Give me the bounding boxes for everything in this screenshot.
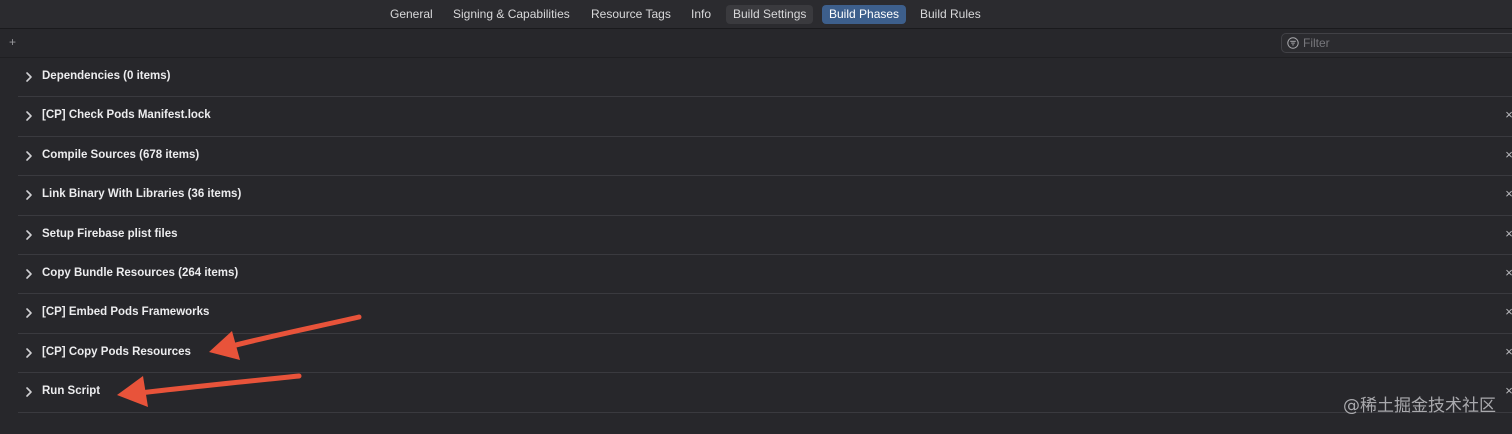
filter-input[interactable]	[1303, 35, 1503, 51]
delete-phase-button[interactable]: ×	[1502, 108, 1512, 122]
add-build-phase-button[interactable]: +	[9, 35, 16, 49]
phase-title: Run Script	[42, 385, 101, 398]
phase-title: Compile Sources (678 items)	[42, 148, 200, 161]
chevron-right-icon[interactable]	[24, 110, 34, 122]
delete-phase-button[interactable]: ×	[1502, 265, 1512, 280]
phase-title: Copy Bundle Resources (264 items)	[42, 266, 239, 279]
tab-build-settings[interactable]: Build Settings	[726, 5, 814, 24]
phase-title: Dependencies (0 items)	[42, 70, 171, 82]
tab-signing-capabilities[interactable]: Signing & Capabilities	[446, 5, 577, 24]
phase-title: Setup Firebase plist files	[42, 227, 178, 240]
delete-phase-button[interactable]: ×	[1502, 226, 1512, 241]
delete-phase-button[interactable]: ×	[1502, 305, 1512, 319]
chevron-right-icon[interactable]	[24, 386, 34, 398]
chevron-right-icon[interactable]	[24, 71, 34, 83]
tab-info[interactable]: Info	[684, 5, 718, 24]
phase-row-copy-pods-resources[interactable]: [CP] Copy Pods Resources ×	[18, 334, 1512, 374]
chevron-right-icon[interactable]	[24, 150, 34, 162]
tab-general[interactable]: General	[383, 5, 440, 24]
chevron-right-icon[interactable]	[24, 229, 34, 241]
delete-phase-button[interactable]: ×	[1502, 187, 1512, 201]
delete-phase-button[interactable]: ×	[1502, 384, 1512, 398]
phase-row-compile-sources[interactable]: Compile Sources (678 items) ×	[18, 137, 1512, 177]
phase-row-dependencies[interactable]: Dependencies (0 items)	[18, 58, 1512, 98]
phase-title: [CP] Copy Pods Resources	[42, 345, 191, 358]
editor-tab-bar: General Signing & Capabilities Resource …	[0, 0, 1512, 29]
tab-build-rules[interactable]: Build Rules	[913, 5, 988, 24]
phase-row-link-binary[interactable]: Link Binary With Libraries (36 items) ×	[18, 176, 1512, 216]
build-phase-list: Dependencies (0 items) [CP] Check Pods M…	[18, 58, 1512, 413]
chevron-right-icon[interactable]	[24, 268, 34, 280]
phase-row-run-script[interactable]: Run Script ×	[18, 373, 1512, 413]
filter-icon	[1287, 37, 1299, 49]
phases-toolbar: +	[0, 29, 1512, 58]
chevron-right-icon[interactable]	[24, 307, 34, 319]
filter-field[interactable]	[1281, 33, 1512, 53]
phase-title: [CP] Check Pods Manifest.lock	[42, 109, 211, 122]
phase-row-copy-bundle-resources[interactable]: Copy Bundle Resources (264 items) ×	[18, 255, 1512, 295]
phase-row-check-pods-manifest[interactable]: [CP] Check Pods Manifest.lock ×	[18, 97, 1512, 137]
watermark-text: @稀土掘金技术社区	[1343, 396, 1496, 416]
delete-phase-button[interactable]: ×	[1502, 147, 1512, 162]
chevron-right-icon[interactable]	[24, 189, 34, 201]
phase-title: [CP] Embed Pods Frameworks	[42, 306, 210, 319]
delete-phase-button[interactable]: ×	[1502, 344, 1512, 359]
phase-title: Link Binary With Libraries (36 items)	[42, 188, 242, 201]
chevron-right-icon[interactable]	[24, 347, 34, 359]
phase-row-embed-pods-frameworks[interactable]: [CP] Embed Pods Frameworks ×	[18, 294, 1512, 334]
phase-row-setup-firebase[interactable]: Setup Firebase plist files ×	[18, 216, 1512, 255]
tab-build-phases[interactable]: Build Phases	[822, 5, 907, 24]
tab-resource-tags[interactable]: Resource Tags	[584, 5, 678, 24]
